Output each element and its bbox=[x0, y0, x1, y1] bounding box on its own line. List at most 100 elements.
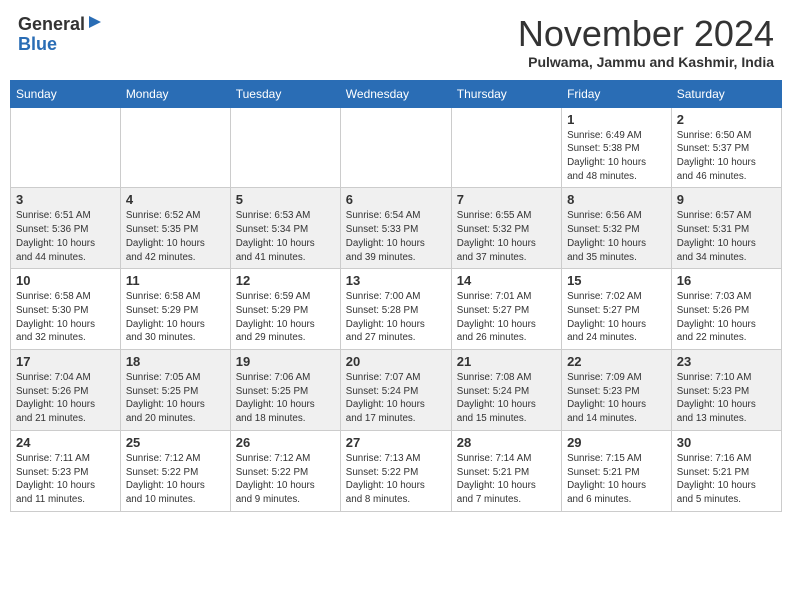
weekday-header: Tuesday bbox=[230, 80, 340, 107]
day-number: 14 bbox=[457, 273, 556, 288]
calendar-week-row: 1Sunrise: 6:49 AMSunset: 5:38 PMDaylight… bbox=[11, 107, 782, 188]
day-info: Sunrise: 7:08 AMSunset: 5:24 PMDaylight:… bbox=[457, 371, 556, 426]
calendar-day-cell: 18 Sunrise: 7:05 AMSunset: 5:25 PMDayligh… bbox=[120, 350, 230, 431]
calendar-day-cell: 10 Sunrise: 6:58 AMSunset: 5:30 PMDayligh… bbox=[11, 269, 121, 350]
day-number: 2 bbox=[677, 112, 776, 127]
day-number: 17 bbox=[16, 354, 115, 369]
calendar-day-cell: 28 Sunrise: 7:14 AMSunset: 5:21 PMDayligh… bbox=[451, 430, 561, 511]
month-title: November 2024 bbox=[518, 14, 774, 54]
calendar-day-cell: 13 Sunrise: 7:00 AMSunset: 5:28 PMDayligh… bbox=[340, 269, 451, 350]
calendar-day-cell: 25 Sunrise: 7:12 AMSunset: 5:22 PMDayligh… bbox=[120, 430, 230, 511]
calendar-day-cell: 17Sunrise: 7:04 AMSunset: 5:26 PMDayligh… bbox=[11, 350, 121, 431]
location-text: Pulwama, Jammu and Kashmir, India bbox=[518, 54, 774, 70]
calendar-day-cell: 27 Sunrise: 7:13 AMSunset: 5:22 PMDayligh… bbox=[340, 430, 451, 511]
day-number: 24 bbox=[16, 435, 115, 450]
header-row: SundayMondayTuesdayWednesdayThursdayFrid… bbox=[11, 80, 782, 107]
day-info: Sunrise: 7:10 AMSunset: 5:23 PMDaylight:… bbox=[677, 371, 776, 426]
calendar-week-row: 3 Sunrise: 6:51 AMSunset: 5:36 PMDaylight… bbox=[11, 188, 782, 269]
day-info: Sunrise: 6:53 AMSunset: 5:34 PMDaylight:… bbox=[236, 209, 335, 264]
day-info: Sunrise: 7:05 AMSunset: 5:25 PMDaylight:… bbox=[126, 371, 225, 426]
calendar-day-cell: 3 Sunrise: 6:51 AMSunset: 5:36 PMDaylight… bbox=[11, 188, 121, 269]
calendar-day-cell: 5Sunrise: 6:53 AMSunset: 5:34 PMDaylight… bbox=[230, 188, 340, 269]
calendar-day-cell: 1Sunrise: 6:49 AMSunset: 5:38 PMDaylight… bbox=[562, 107, 672, 188]
calendar-table: SundayMondayTuesdayWednesdayThursdayFrid… bbox=[10, 80, 782, 512]
day-number: 22 bbox=[567, 354, 666, 369]
calendar-day-cell: 7Sunrise: 6:55 AMSunset: 5:32 PMDaylight… bbox=[451, 188, 561, 269]
calendar-day-cell: 4 Sunrise: 6:52 AMSunset: 5:35 PMDaylight… bbox=[120, 188, 230, 269]
page-header: General Blue November 2024 Pulwama, Jamm… bbox=[10, 10, 782, 74]
calendar-day-cell bbox=[451, 107, 561, 188]
day-number: 27 bbox=[346, 435, 446, 450]
day-number: 18 bbox=[126, 354, 225, 369]
calendar-day-cell: 26 Sunrise: 7:12 AMSunset: 5:22 PMDayligh… bbox=[230, 430, 340, 511]
calendar-day-cell: 9 Sunrise: 6:57 AMSunset: 5:31 PMDaylight… bbox=[671, 188, 781, 269]
day-info: Sunrise: 7:07 AMSunset: 5:24 PMDaylight:… bbox=[346, 371, 446, 426]
calendar-week-row: 10 Sunrise: 6:58 AMSunset: 5:30 PMDayligh… bbox=[11, 269, 782, 350]
day-number: 11 bbox=[126, 273, 225, 288]
day-info: Sunrise: 6:58 AMSunset: 5:30 PMDaylight:… bbox=[16, 290, 115, 345]
day-number: 12 bbox=[236, 273, 335, 288]
day-number: 4 bbox=[126, 192, 225, 207]
calendar-day-cell: 30 Sunrise: 7:16 AMSunset: 5:21 PMDayligh… bbox=[671, 430, 781, 511]
calendar-day-cell: 24 Sunrise: 7:11 AMSunset: 5:23 PMDayligh… bbox=[11, 430, 121, 511]
day-info: Sunrise: 6:57 AMSunset: 5:31 PMDaylight:… bbox=[677, 209, 776, 264]
logo-blue-text: Blue bbox=[18, 35, 57, 55]
day-info: Sunrise: 7:01 AMSunset: 5:27 PMDaylight:… bbox=[457, 290, 556, 345]
day-number: 9 bbox=[677, 192, 776, 207]
calendar-day-cell bbox=[120, 107, 230, 188]
day-number: 20 bbox=[346, 354, 446, 369]
calendar-day-cell: 11 Sunrise: 6:58 AMSunset: 5:29 PMDayligh… bbox=[120, 269, 230, 350]
calendar-day-cell: 19 Sunrise: 7:06 AMSunset: 5:25 PMDayligh… bbox=[230, 350, 340, 431]
logo-general-text: General bbox=[18, 15, 85, 35]
calendar-day-cell: 2 Sunrise: 6:50 AMSunset: 5:37 PMDaylight… bbox=[671, 107, 781, 188]
day-info: Sunrise: 6:54 AMSunset: 5:33 PMDaylight:… bbox=[346, 209, 446, 264]
day-info: Sunrise: 7:12 AMSunset: 5:22 PMDaylight:… bbox=[126, 452, 225, 507]
day-number: 19 bbox=[236, 354, 335, 369]
day-number: 26 bbox=[236, 435, 335, 450]
day-info: Sunrise: 7:03 AMSunset: 5:26 PMDaylight:… bbox=[677, 290, 776, 345]
calendar-week-row: 24 Sunrise: 7:11 AMSunset: 5:23 PMDayligh… bbox=[11, 430, 782, 511]
calendar-week-row: 17Sunrise: 7:04 AMSunset: 5:26 PMDayligh… bbox=[11, 350, 782, 431]
day-info: Sunrise: 6:55 AMSunset: 5:32 PMDaylight:… bbox=[457, 209, 556, 264]
weekday-header: Thursday bbox=[451, 80, 561, 107]
day-info: Sunrise: 7:14 AMSunset: 5:21 PMDaylight:… bbox=[457, 452, 556, 507]
calendar-day-cell: 29 Sunrise: 7:15 AMSunset: 5:21 PMDayligh… bbox=[562, 430, 672, 511]
day-info: Sunrise: 7:12 AMSunset: 5:22 PMDaylight:… bbox=[236, 452, 335, 507]
title-block: November 2024 Pulwama, Jammu and Kashmir… bbox=[518, 14, 774, 70]
day-number: 3 bbox=[16, 192, 115, 207]
day-info: Sunrise: 6:50 AMSunset: 5:37 PMDaylight:… bbox=[677, 129, 776, 184]
logo-triangle-icon bbox=[87, 14, 103, 30]
weekday-header: Wednesday bbox=[340, 80, 451, 107]
day-number: 30 bbox=[677, 435, 776, 450]
calendar-day-cell: 21Sunrise: 7:08 AMSunset: 5:24 PMDayligh… bbox=[451, 350, 561, 431]
day-number: 28 bbox=[457, 435, 556, 450]
day-info: Sunrise: 7:13 AMSunset: 5:22 PMDaylight:… bbox=[346, 452, 446, 507]
day-info: Sunrise: 7:06 AMSunset: 5:25 PMDaylight:… bbox=[236, 371, 335, 426]
day-number: 10 bbox=[16, 273, 115, 288]
day-info: Sunrise: 6:49 AMSunset: 5:38 PMDaylight:… bbox=[567, 129, 666, 184]
day-number: 13 bbox=[346, 273, 446, 288]
day-number: 16 bbox=[677, 273, 776, 288]
day-info: Sunrise: 6:58 AMSunset: 5:29 PMDaylight:… bbox=[126, 290, 225, 345]
day-info: Sunrise: 7:11 AMSunset: 5:23 PMDaylight:… bbox=[16, 452, 115, 507]
day-info: Sunrise: 7:15 AMSunset: 5:21 PMDaylight:… bbox=[567, 452, 666, 507]
calendar-day-cell bbox=[340, 107, 451, 188]
day-number: 15 bbox=[567, 273, 666, 288]
day-number: 23 bbox=[677, 354, 776, 369]
calendar-day-cell: 6 Sunrise: 6:54 AMSunset: 5:33 PMDaylight… bbox=[340, 188, 451, 269]
day-info: Sunrise: 6:59 AMSunset: 5:29 PMDaylight:… bbox=[236, 290, 335, 345]
day-number: 8 bbox=[567, 192, 666, 207]
day-number: 6 bbox=[346, 192, 446, 207]
weekday-header: Monday bbox=[120, 80, 230, 107]
day-info: Sunrise: 7:02 AMSunset: 5:27 PMDaylight:… bbox=[567, 290, 666, 345]
day-info: Sunrise: 7:16 AMSunset: 5:21 PMDaylight:… bbox=[677, 452, 776, 507]
calendar-day-cell: 20 Sunrise: 7:07 AMSunset: 5:24 PMDayligh… bbox=[340, 350, 451, 431]
day-info: Sunrise: 7:00 AMSunset: 5:28 PMDaylight:… bbox=[346, 290, 446, 345]
day-number: 25 bbox=[126, 435, 225, 450]
day-info: Sunrise: 6:51 AMSunset: 5:36 PMDaylight:… bbox=[16, 209, 115, 264]
day-number: 29 bbox=[567, 435, 666, 450]
calendar-day-cell: 12 Sunrise: 6:59 AMSunset: 5:29 PMDayligh… bbox=[230, 269, 340, 350]
day-info: Sunrise: 6:52 AMSunset: 5:35 PMDaylight:… bbox=[126, 209, 225, 264]
weekday-header: Friday bbox=[562, 80, 672, 107]
day-info: Sunrise: 6:56 AMSunset: 5:32 PMDaylight:… bbox=[567, 209, 666, 264]
